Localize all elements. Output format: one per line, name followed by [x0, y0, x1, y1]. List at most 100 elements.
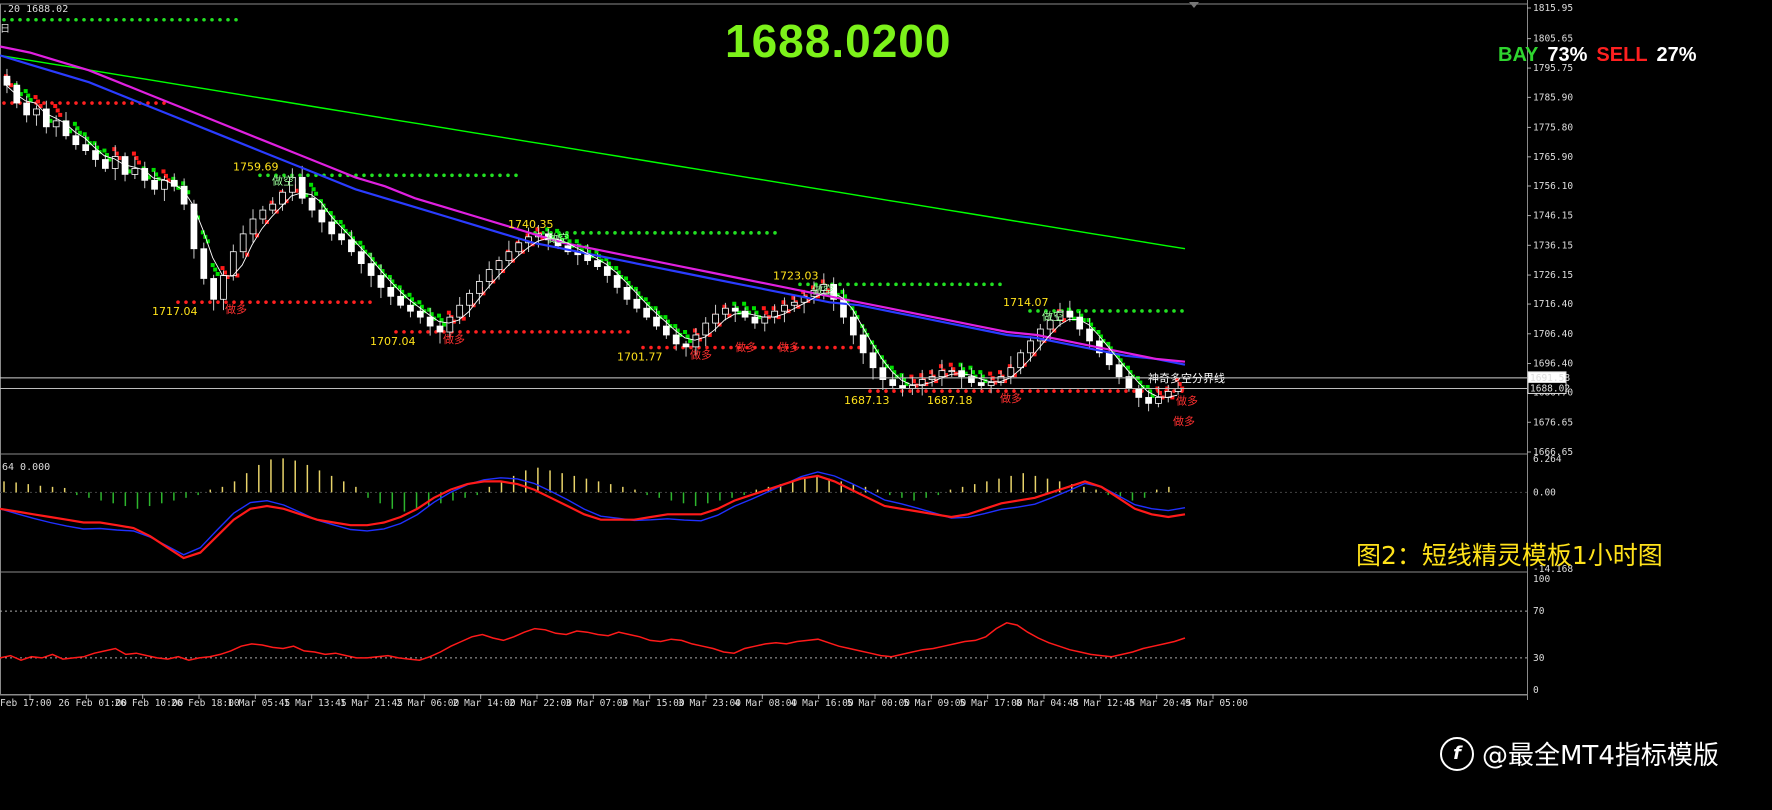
support-dot: [916, 389, 920, 393]
resistance-dot: [1084, 309, 1088, 313]
trend-ribbon-block: [58, 112, 63, 117]
candle-bear: [741, 310, 749, 318]
support-dot: [713, 345, 717, 350]
resistance-dot: [798, 282, 802, 287]
resistance-dot: [34, 17, 38, 22]
candle-bull: [692, 334, 700, 348]
support-dot: [10, 101, 14, 105]
resistance-dot: [98, 17, 102, 22]
candle-bear: [357, 251, 365, 265]
support-dot: [761, 345, 765, 350]
resistance-dot: [621, 231, 625, 235]
resistance-dot: [846, 282, 850, 287]
price-tick-label: 1765.90: [1533, 152, 1573, 163]
support-dot: [514, 330, 518, 334]
trend-ribbon-block: [761, 306, 766, 311]
rsi-tick-label: 30: [1533, 653, 1545, 664]
main-header-sub: 日: [0, 24, 10, 35]
trend-ribbon-block: [407, 292, 412, 297]
resistance-dot: [1172, 309, 1176, 313]
resistance-dot: [474, 173, 478, 178]
candle-bear: [210, 278, 217, 300]
resistance-dot: [266, 173, 270, 178]
resistance-dot: [1100, 309, 1104, 313]
figure-caption: 图2：短线精灵模板1小时图: [1356, 541, 1663, 570]
candle-bear: [1145, 397, 1152, 404]
support-dot: [876, 389, 880, 393]
support-dot: [932, 389, 936, 393]
candle-bear: [594, 260, 601, 267]
candle-bear: [151, 179, 158, 190]
panel-frame-1: [0, 453, 1528, 573]
resistance-dot: [514, 173, 518, 178]
resistance-dot: [910, 282, 914, 287]
candle-bear: [92, 150, 99, 160]
support-dot: [657, 345, 661, 350]
resistance-dot: [202, 17, 206, 22]
support-dot: [1132, 389, 1136, 393]
support-dot: [729, 345, 733, 350]
resistance-dot: [74, 17, 78, 22]
resistance-dot: [1108, 309, 1112, 313]
support-dot: [498, 330, 502, 334]
support-dot: [586, 330, 590, 334]
sell-label: SELL: [1596, 44, 1648, 66]
support-dot: [208, 300, 212, 304]
candle-bull: [485, 269, 493, 282]
resistance-dot: [637, 231, 641, 235]
candle-bull: [446, 316, 454, 333]
trend-ribbon-block: [574, 239, 579, 244]
candle-bear: [72, 135, 80, 146]
support-dot: [58, 101, 62, 105]
support-dot: [402, 330, 406, 334]
candle-bull: [790, 301, 798, 306]
support-dot: [1036, 389, 1040, 393]
long-signal-label: 做多: [690, 348, 712, 362]
resistance-dot: [442, 173, 446, 178]
sell-value: 27%: [1656, 44, 1697, 66]
support-dot: [122, 101, 126, 105]
resistance-dot: [170, 17, 174, 22]
resistance-dot: [1028, 309, 1032, 313]
trend-ribbon-block: [53, 103, 58, 108]
resistance-dot: [613, 231, 617, 235]
support-dot: [506, 330, 510, 334]
support-dot: [665, 345, 669, 350]
support-dot: [825, 345, 829, 350]
resistance-dot: [26, 17, 30, 22]
candle-bull: [1174, 388, 1182, 392]
candle-bear: [584, 254, 591, 262]
resistance-dot: [82, 17, 86, 22]
resistance-dot: [733, 231, 737, 235]
resistance-dot: [466, 173, 470, 178]
resistance-dot: [1156, 309, 1160, 313]
candle-bull: [1155, 397, 1162, 404]
candle-bear: [623, 286, 631, 300]
resistance-dot: [218, 17, 222, 22]
time-tick-label: Feb 17:00: [0, 698, 52, 709]
swing-high-label: 1759.69: [233, 160, 279, 173]
support-dot: [1044, 389, 1048, 393]
support-dot: [602, 330, 606, 334]
resistance-dot: [902, 282, 906, 287]
candle-bull: [781, 304, 788, 312]
time-tick-label: 1 Mar 05:45: [227, 698, 290, 709]
resistance-dot: [661, 231, 665, 235]
candle-bear: [662, 325, 670, 336]
time-tick-label: 5 Mar 17:00: [960, 698, 1023, 709]
support-dot: [841, 345, 845, 350]
support-dot: [900, 389, 904, 393]
support-dot: [618, 330, 622, 334]
support-dot: [610, 330, 614, 334]
candle-bear: [308, 197, 316, 211]
swing-low-label: 1687.18: [927, 394, 973, 407]
support-dot: [594, 330, 598, 334]
time-tick-label: 1 Mar 21:45: [340, 698, 403, 709]
candle-bull: [456, 304, 464, 318]
bay-value: 73%: [1547, 44, 1588, 66]
support-dot: [1100, 389, 1104, 393]
candle-bear: [682, 343, 690, 348]
support-dot: [554, 330, 558, 334]
price-tick-label: 1805.65: [1533, 34, 1573, 45]
support-dot: [394, 330, 398, 334]
